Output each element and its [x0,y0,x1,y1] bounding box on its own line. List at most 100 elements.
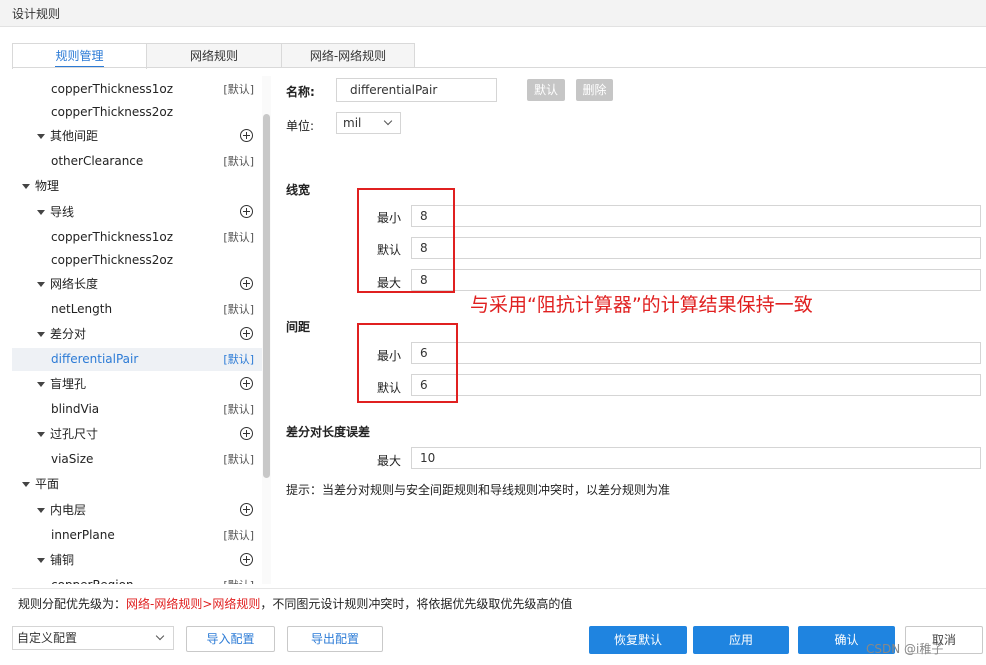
tree-item-label: innerPlane [51,528,115,542]
tree-group[interactable]: 过孔尺寸 [12,423,262,446]
priority-order: 网络-网络规则>网络规则 [126,597,261,611]
caret-down-icon[interactable] [37,432,45,437]
default-badge: [默认] [223,574,254,584]
caret-down-icon[interactable] [37,382,45,387]
tree-item-label: blindVia [51,402,100,416]
config-select-value: 自定义配置 [17,631,78,645]
tree-group-label: 内电层 [50,503,87,517]
default-badge: [默认] [223,155,254,168]
tree-item-label: differentialPair [51,352,139,366]
tree-group[interactable]: 内电层 [12,499,262,522]
set-default-button[interactable]: 默认 [527,79,565,101]
annotation-text: 与采用“阻抗计算器”的计算结果保持一致 [470,294,813,316]
tab-underline [12,67,986,68]
length-max-label: 最大 [377,454,402,468]
highlight-box [357,188,455,293]
tree-group[interactable]: 导线 [12,201,262,224]
caret-down-icon[interactable] [22,184,30,189]
unit-label: 单位: [286,119,315,133]
tree-item[interactable]: copperThickness1oz [默认] [12,226,262,249]
divider [12,588,986,589]
apply-button[interactable]: 应用 [693,626,789,654]
name-label: 名称: [286,85,315,99]
tab-net-rules[interactable]: 网络规则 [146,43,282,67]
caret-down-icon[interactable] [37,508,45,513]
watermark: CSDN @i稚子 [866,642,944,656]
tree-item[interactable]: blindVia [默认] [12,398,262,421]
width-max-input[interactable]: 8 [411,269,981,291]
add-circle-icon[interactable] [240,277,253,290]
caret-down-icon[interactable] [37,332,45,337]
import-config-button[interactable]: 导入配置 [186,626,275,652]
tree-item[interactable]: netLength [默认] [12,298,262,321]
highlight-box [357,323,458,403]
config-select[interactable]: 自定义配置 [12,626,174,650]
tree-group-label: 物理 [35,179,60,193]
tree-item-label: netLength [51,302,113,316]
spacing-min-input[interactable]: 6 [411,342,981,364]
tree-scrollbar-thumb[interactable] [263,114,270,478]
tree-item[interactable]: viaSize [默认] [12,448,262,471]
add-circle-icon[interactable] [240,427,253,440]
add-circle-icon[interactable] [240,205,253,218]
tree-item[interactable]: copperRegion [默认] [12,574,262,584]
tree-group[interactable]: 铺铜 [12,549,262,572]
add-circle-icon[interactable] [240,553,253,566]
default-badge: [默认] [223,529,254,542]
default-badge: [默认] [223,453,254,466]
caret-down-icon[interactable] [22,482,30,487]
add-circle-icon[interactable] [240,503,253,516]
chevron-down-icon [383,116,393,126]
unit-select[interactable]: mil [336,112,401,134]
window-title: 设计规则 [12,7,61,21]
width-min-input[interactable]: 8 [411,205,981,227]
tree-group[interactable]: 物理 [12,175,262,198]
export-config-button[interactable]: 导出配置 [287,626,383,652]
priority-note: 规则分配优先级为：网络-网络规则>网络规则，不同图元设计规则冲突时，将依据优先级… [18,595,572,612]
tree-item-label: copperThickness1oz [51,82,174,96]
tree-item[interactable]: otherClearance [默认] [12,150,262,173]
tab-rule-management[interactable]: 规则管理 [12,43,147,69]
tree-group[interactable]: 盲埋孔 [12,373,262,396]
tree-group[interactable]: 其他间距 [12,125,262,148]
restore-default-button[interactable]: 恢复默认 [589,626,687,654]
tree-item-label: copperThickness2oz [51,253,174,267]
tree-item[interactable]: copperThickness1oz [默认] [12,78,262,101]
tree-group[interactable]: 差分对 [12,323,262,346]
tree-item[interactable]: copperThickness2oz [12,101,262,124]
spacing-section-title: 间距 [286,320,311,334]
tree-item-label: copperRegion [51,574,134,584]
tree-group-label: 差分对 [50,327,87,341]
tree-group[interactable]: 网络长度 [12,273,262,296]
add-circle-icon[interactable] [240,327,253,340]
caret-down-icon[interactable] [37,558,45,563]
priority-prefix: 规则分配优先级为： [18,597,127,611]
unit-select-value: mil [343,116,362,130]
priority-suffix: ，不同图元设计规则冲突时，将依据优先级取优先级高的值 [260,597,573,611]
caret-down-icon[interactable] [37,134,45,139]
width-default-input[interactable]: 8 [411,237,981,259]
rule-name-input[interactable]: differentialPair [336,78,497,102]
default-badge: [默认] [223,353,254,366]
tree-item[interactable]: copperThickness2oz [12,249,262,272]
add-circle-icon[interactable] [240,377,253,390]
caret-down-icon[interactable] [37,282,45,287]
rule-tree: copperThickness1oz [默认] copperThickness2… [12,76,262,584]
tree-item-label: otherClearance [51,154,144,168]
tree-item-selected[interactable]: differentialPair [默认] [12,348,262,371]
spacing-default-input[interactable]: 6 [411,374,981,396]
title-bar: 设计规则 [0,0,986,27]
tree-item[interactable]: innerPlane [默认] [12,524,262,547]
tab-net-net-rules[interactable]: 网络-网络规则 [281,43,415,67]
add-circle-icon[interactable] [240,129,253,142]
tree-group-label: 盲埋孔 [50,377,87,391]
trace-width-section-title: 线宽 [286,183,311,197]
tree-group[interactable]: 平面 [12,473,262,496]
tree-item-label: viaSize [51,452,94,466]
hint-text: 提示：当差分对规则与安全间距规则和导线规则冲突时，以差分规则为准 [286,483,671,497]
tree-group-label: 铺铜 [50,553,75,567]
caret-down-icon[interactable] [37,210,45,215]
delete-button[interactable]: 删除 [576,79,613,101]
tree-item-label: copperThickness2oz [51,105,174,119]
length-max-input[interactable]: 10 [411,447,981,469]
